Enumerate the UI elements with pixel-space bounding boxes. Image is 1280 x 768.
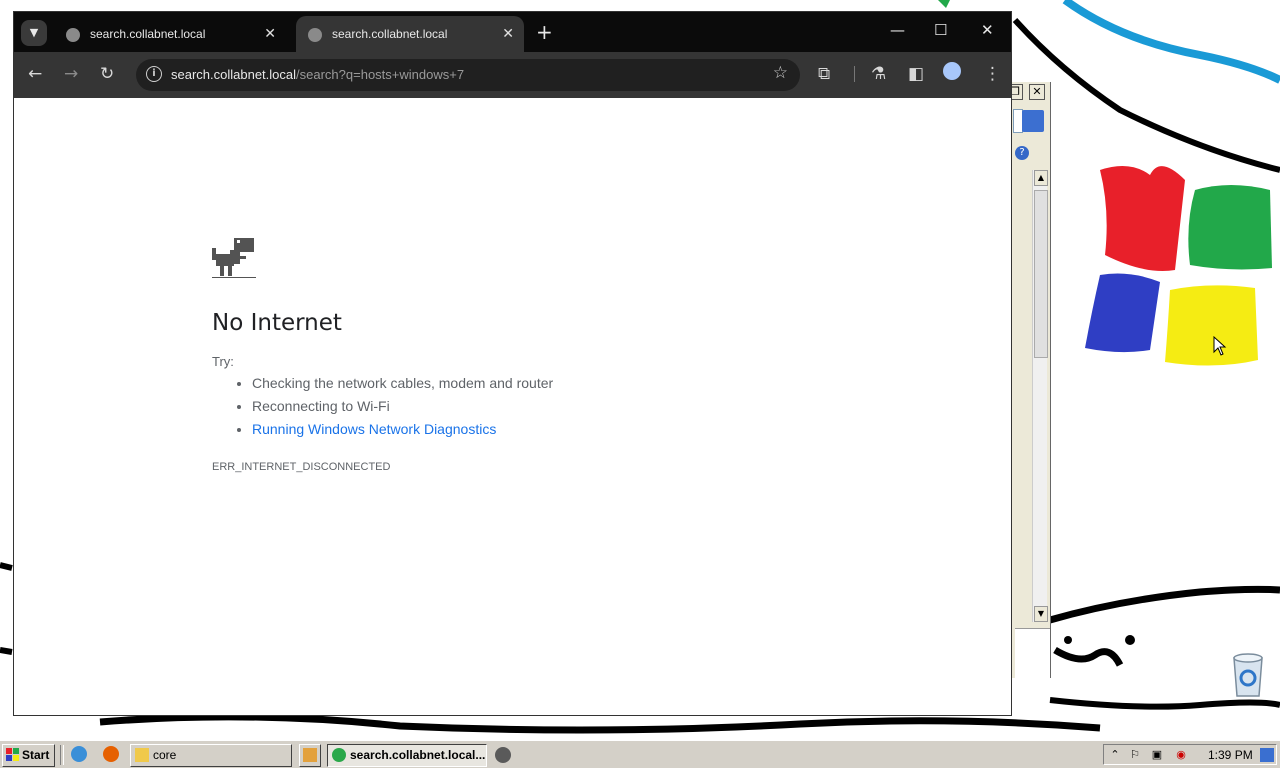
- mouse-cursor-icon: [1213, 336, 1227, 356]
- show-desktop-icon[interactable]: [1260, 748, 1274, 762]
- profile-avatar-icon[interactable]: [943, 62, 961, 80]
- folder-icon: [135, 748, 149, 762]
- extensions-icon[interactable]: ⧉: [818, 64, 830, 84]
- new-tab-button[interactable]: +: [536, 20, 553, 44]
- windows-flag-icon: [6, 748, 19, 761]
- tab-title: search.collabnet.local: [332, 27, 448, 41]
- tab-close-icon[interactable]: ✕: [264, 25, 276, 42]
- suggestion-list: Checking the network cables, modem and r…: [212, 372, 553, 441]
- tab-close-icon[interactable]: ✕: [502, 25, 514, 42]
- network-diagnostics-link[interactable]: Running Windows Network Diagnostics: [252, 421, 496, 437]
- task-label: core: [153, 748, 177, 762]
- scroll-thumb[interactable]: [1034, 190, 1048, 358]
- scroll-up-icon[interactable]: ▲: [1034, 170, 1048, 186]
- back-button[interactable]: ←: [28, 64, 42, 84]
- try-label: Try:: [212, 354, 234, 369]
- start-button[interactable]: Start: [2, 744, 55, 767]
- bg-scrollbar[interactable]: ▲ ▼: [1032, 170, 1048, 622]
- error-page: No Internet Try: Checking the network ca…: [14, 98, 1011, 715]
- help-icon[interactable]: ?: [1015, 146, 1029, 160]
- error-code: ERR_INTERNET_DISCONNECTED: [212, 461, 391, 473]
- error-title: No Internet: [212, 310, 342, 336]
- bg-bottom-pane: [1015, 628, 1050, 679]
- network-icon[interactable]: ▣: [1150, 748, 1164, 762]
- system-tray: ⌃ ⚐ ▣ ◉ 1:39 PM: [1103, 744, 1277, 765]
- globe-icon: [308, 28, 322, 42]
- list-item: Reconnecting to Wi-Fi: [252, 395, 553, 418]
- browser-window: ▼ search.collabnet.local ✕ search.collab…: [13, 11, 1012, 716]
- app-icon[interactable]: [495, 747, 511, 763]
- bookmark-star-icon[interactable]: ☆: [773, 63, 788, 83]
- list-item: Checking the network cables, modem and r…: [252, 372, 553, 395]
- start-label: Start: [22, 748, 50, 762]
- tab-search-button[interactable]: ▼: [21, 20, 47, 46]
- chrome-icon: [332, 748, 346, 762]
- tab-title: search.collabnet.local: [90, 27, 206, 41]
- firefox-icon[interactable]: [103, 746, 119, 762]
- taskbar-item-browser[interactable]: search.collabnet.local...: [327, 744, 487, 767]
- browser-toolbar: ← → ↻ i search.collabnet.local/search?q=…: [14, 52, 1011, 98]
- menu-kebab-icon[interactable]: ⋮: [984, 64, 1001, 84]
- clock[interactable]: 1:39 PM: [1208, 748, 1253, 762]
- taskbar: Start core search.collabnet.local... ⌃ ⚐…: [0, 740, 1280, 768]
- reload-button[interactable]: ↻: [100, 64, 114, 84]
- tab-2[interactable]: search.collabnet.local ✕: [296, 16, 524, 52]
- action-center-flag-icon[interactable]: ⚐: [1128, 748, 1142, 762]
- url-text[interactable]: search.collabnet.local/search?q=hosts+wi…: [171, 67, 464, 82]
- labs-flask-icon[interactable]: ⚗: [871, 64, 886, 84]
- address-bar[interactable]: i search.collabnet.local/search?q=hosts+…: [136, 59, 800, 91]
- side-panel-icon[interactable]: ◧: [908, 64, 924, 84]
- title-bar: ▼ search.collabnet.local ✕ search.collab…: [14, 12, 1011, 52]
- chevron-down-icon: ▼: [29, 26, 39, 39]
- globe-icon: [66, 28, 80, 42]
- volume-muted-icon[interactable]: ◉: [1174, 748, 1188, 762]
- internet-explorer-icon[interactable]: [71, 746, 87, 762]
- url-path: /search?q=hosts+windows+7: [296, 67, 465, 82]
- tray-expand-icon[interactable]: ⌃: [1108, 748, 1122, 762]
- tab-1[interactable]: search.collabnet.local ✕: [54, 16, 286, 52]
- close-button[interactable]: ✕: [981, 21, 994, 39]
- scroll-down-icon[interactable]: ▼: [1034, 606, 1048, 622]
- recycle-bin-icon[interactable]: [1228, 650, 1268, 698]
- media-player-icon: [303, 748, 317, 762]
- site-info-icon[interactable]: i: [146, 66, 162, 82]
- minimize-button[interactable]: —: [890, 21, 905, 39]
- forward-button[interactable]: →: [64, 64, 78, 84]
- taskbar-item-core[interactable]: core: [130, 744, 292, 767]
- url-host: search.collabnet.local: [171, 67, 297, 82]
- suggestion-text: Checking the network cables, modem and r…: [252, 375, 554, 391]
- dino-icon: [212, 238, 256, 278]
- quicklaunch-divider: [60, 745, 64, 765]
- list-item: Running Windows Network Diagnostics: [252, 418, 553, 441]
- bg-close-button[interactable]: ✕: [1029, 84, 1045, 100]
- toolbar-divider: [854, 66, 855, 82]
- maximize-button[interactable]: ☐: [934, 21, 947, 39]
- taskbar-item-media[interactable]: [299, 744, 321, 767]
- suggestion-text: Reconnecting to Wi-Fi: [252, 398, 390, 414]
- task-label: search.collabnet.local...: [350, 748, 486, 762]
- bg-search-icon[interactable]: [1022, 110, 1044, 132]
